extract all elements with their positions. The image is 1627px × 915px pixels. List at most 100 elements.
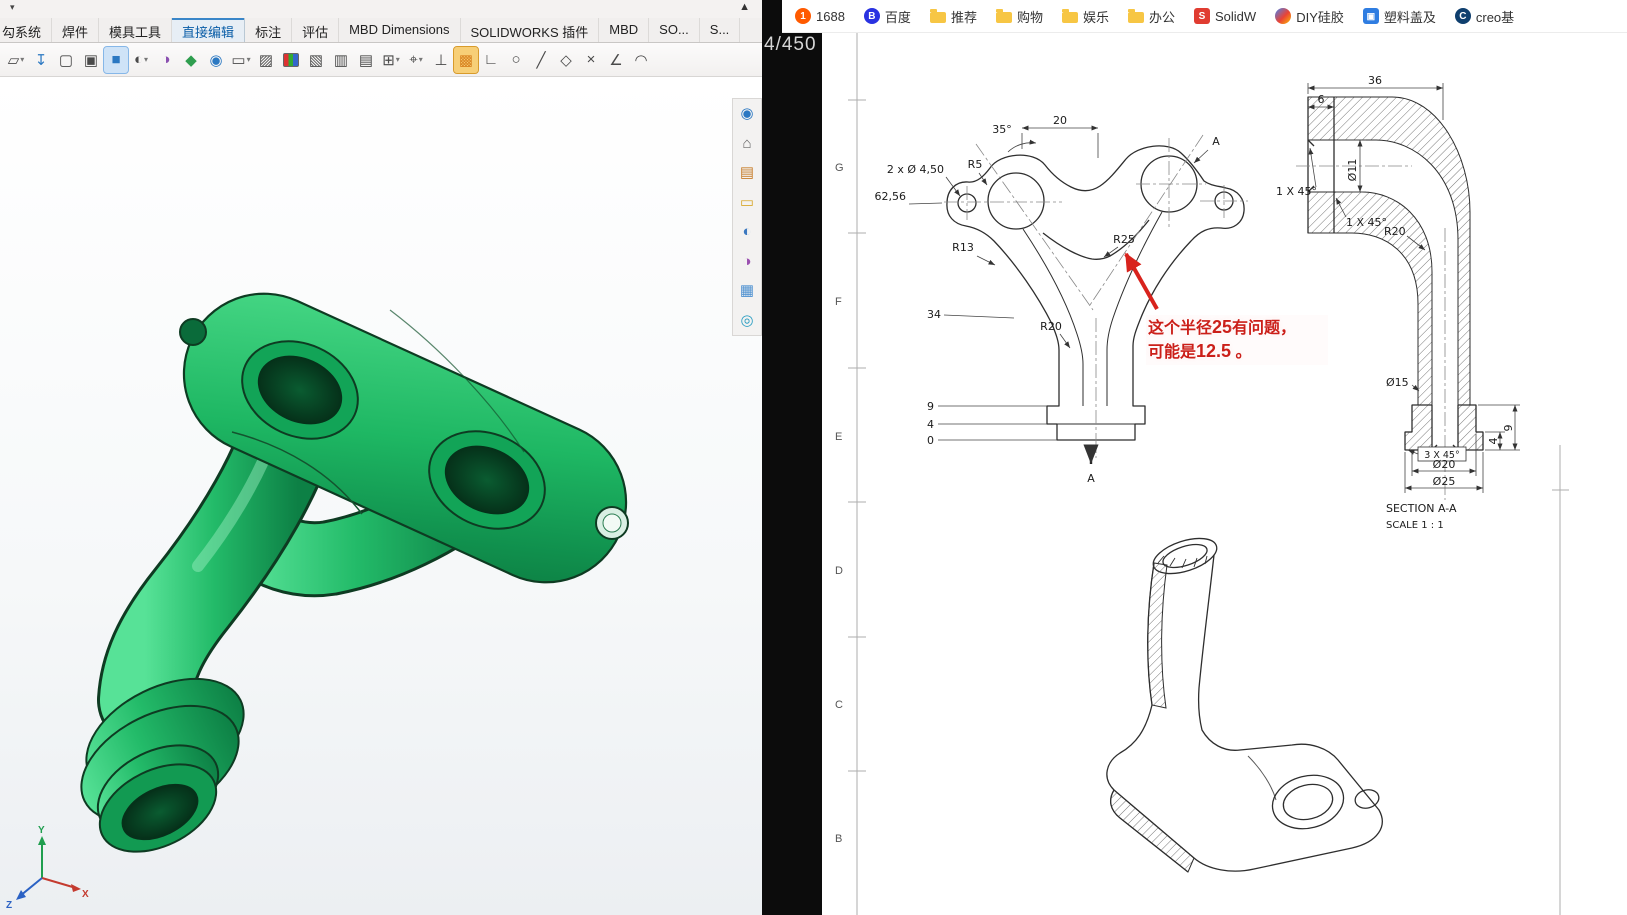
columns-icon[interactable]: ▥: [329, 47, 353, 73]
corner-icon[interactable]: ∟: [479, 47, 503, 73]
bookmark-folder-shopping[interactable]: 购物: [995, 7, 1043, 26]
bottom-flange: [80, 677, 245, 853]
review-annotation: 这个半径25有问题， 可能是12.5 。: [1146, 315, 1328, 365]
menu-caret-icon[interactable]: ▾: [10, 2, 15, 13]
copy-cube-icon[interactable]: ▣: [79, 47, 103, 73]
tab-mold-tools[interactable]: 模具工具: [99, 18, 173, 42]
orientation-sphere-icon[interactable]: ◐: [129, 47, 153, 73]
cells-icon[interactable]: ⊞: [379, 47, 403, 73]
triad-x-label: X: [82, 889, 89, 900]
bookmark-label: SolidW: [1215, 8, 1257, 24]
bookmark-diy-icon: [1275, 8, 1292, 24]
render-globe-icon[interactable]: ◉: [204, 47, 228, 73]
image-icon[interactable]: ▨: [254, 47, 278, 73]
trim-tool-icon[interactable]: ×: [579, 47, 603, 73]
bookmark-folder-entertainment[interactable]: 娱乐: [1061, 7, 1109, 26]
swatch-icon[interactable]: ◆: [179, 47, 203, 73]
monitor-icon[interactable]: ▭: [229, 47, 253, 73]
arc-tool-icon[interactable]: ◠: [629, 47, 653, 73]
dim-holes: 2 x Ø 4,50: [887, 163, 944, 176]
dim-d25: Ø25: [1433, 475, 1456, 488]
bookmark-folder-recommend[interactable]: 推荐: [929, 7, 977, 26]
perpendicular-icon[interactable]: ⊥: [429, 47, 453, 73]
hatch-icon[interactable]: ▧: [304, 47, 328, 73]
model-svg[interactable]: Y X Z: [0, 77, 762, 915]
tab-mbd-dimensions[interactable]: MBD Dimensions: [339, 18, 461, 42]
model-3d[interactable]: [63, 268, 652, 870]
web-icon[interactable]: ◉: [740, 106, 753, 121]
dim-4-section: 4: [1487, 438, 1500, 445]
tab-truncated-1[interactable]: SO...: [649, 18, 700, 42]
command-manager-tabs: 勾系统 焊件 模具工具 直接编辑 标注 评估 MBD Dimensions SO…: [0, 18, 762, 43]
triad-y-label: Y: [38, 825, 45, 836]
page-indicator: 4/450: [764, 34, 817, 55]
polygon-tool-icon[interactable]: ◇: [554, 47, 578, 73]
heads-up-toolbar: ▱ ↧ ▢ ▣ ■ ◐ ◑ ◆ ◉ ▭ ▨ ▧ ▥ ▤ ⊞ ⌖ ⊥ ▩ ∟ ○ …: [0, 43, 762, 77]
window-top-strip: ▾ ▲: [0, 0, 762, 18]
tab-weldments[interactable]: 焊件: [52, 18, 100, 42]
bookmark-1688[interactable]: 1 1688: [795, 8, 845, 24]
zone-label-d: D: [835, 565, 843, 577]
scene-icon[interactable]: ◑: [742, 254, 751, 269]
rgb-color-icon[interactable]: [279, 47, 303, 73]
line-tool-icon[interactable]: ╱: [529, 47, 553, 73]
graphics-viewport[interactable]: Y X Z ◉ ⌂ ▤ ▭ ◐ ◑ ▦ ◎: [0, 77, 762, 915]
angle-tool-icon[interactable]: ∠: [604, 47, 628, 73]
bookmark-solidworks-icon: S: [1194, 8, 1210, 24]
dim-6: 6: [1318, 93, 1325, 106]
view-palette-icon[interactable]: ▦: [740, 283, 754, 298]
dim-d20: Ø20: [1433, 458, 1456, 471]
ghost-cube-icon[interactable]: ▢: [54, 47, 78, 73]
bookmark-label: 百度: [884, 9, 911, 25]
task-pane: ◉ ⌂ ▤ ▭ ◐ ◑ ▦ ◎: [732, 98, 762, 336]
home-icon[interactable]: ⌂: [742, 136, 751, 151]
rows-icon[interactable]: ▤: [354, 47, 378, 73]
instant3d-cube-icon[interactable]: ■: [103, 45, 129, 74]
drawing-sheet[interactable]: G F E D C B 20 35° 2 x Ø 4,50 R5 62,56 R…: [822, 33, 1627, 915]
dim-0: 0: [927, 434, 934, 447]
screenshot-root: ▾ ▲ 勾系统 焊件 模具工具 直接编辑 标注 评估 MBD Dimension…: [0, 0, 1627, 915]
bookmark-plastic-cap[interactable]: ▣ 塑料盖及: [1362, 7, 1436, 26]
zone-label-g: G: [835, 162, 844, 174]
browser-icon[interactable]: ◎: [740, 313, 753, 328]
tabs-scroll-up-icon[interactable]: ▲: [739, 1, 750, 13]
bookmark-diy-silicone[interactable]: DIY硅胶: [1275, 7, 1344, 26]
iso-view-geometry: [1106, 537, 1383, 873]
drawing-svg[interactable]: G F E D C B 20 35° 2 x Ø 4,50 R5 62,56 R…: [822, 33, 1627, 915]
appearance-sphere-icon[interactable]: ◑: [154, 47, 178, 73]
design-library-icon[interactable]: ▤: [740, 165, 754, 180]
file-explorer-icon[interactable]: ▭: [740, 195, 754, 210]
dim-34: 34: [927, 308, 941, 321]
dim-chamfer-bottom: 1 X 45°: [1346, 216, 1387, 229]
appearances-icon[interactable]: ◐: [742, 224, 751, 239]
tab-sheet-system[interactable]: 勾系统: [0, 18, 53, 42]
ear-hole-left: [179, 318, 207, 346]
folder-icon: [1061, 9, 1078, 23]
circle-tool-icon[interactable]: ○: [504, 47, 528, 73]
pin-icon[interactable]: ⌖: [404, 47, 428, 73]
bookmark-label: 购物: [1016, 9, 1043, 25]
datum-a-label: A: [1212, 135, 1220, 148]
bookmark-baidu[interactable]: B 百度: [863, 7, 911, 26]
review-arrow: [1124, 252, 1159, 310]
tab-truncated-2[interactable]: S...: [700, 18, 741, 42]
tab-annotation[interactable]: 标注: [245, 18, 293, 42]
solidworks-window: ▾ ▲ 勾系统 焊件 模具工具 直接编辑 标注 评估 MBD Dimension…: [0, 0, 762, 915]
tab-evaluate[interactable]: 评估: [292, 18, 340, 42]
bookmark-folder-office[interactable]: 办公: [1127, 7, 1175, 26]
dim-angle: 35°: [992, 123, 1012, 136]
folder-icon: [995, 9, 1012, 23]
bookmark-label: creo基: [1475, 9, 1515, 25]
sheet-border: [1552, 445, 1569, 915]
highlight-icon[interactable]: ▩: [453, 45, 479, 74]
tab-addins[interactable]: SOLIDWORKS 插件: [461, 18, 600, 42]
bookmarks-bar: 1 1688 B 百度 推荐 购物 娱乐 办公 S SolidW DIY硅胶 ▣…: [782, 0, 1627, 33]
dim-r20-section: R20: [1384, 225, 1406, 238]
dim-chamfer-top: 1 X 45°: [1276, 185, 1317, 198]
bookmark-solidworks[interactable]: S SolidW: [1194, 8, 1256, 24]
export-icon[interactable]: ↧: [29, 47, 53, 73]
tab-mbd[interactable]: MBD: [599, 18, 650, 42]
tab-direct-editing[interactable]: 直接编辑: [172, 18, 246, 42]
bookmark-creo[interactable]: C creo基: [1454, 7, 1515, 26]
cascade-window-icon[interactable]: ▱: [4, 47, 28, 73]
